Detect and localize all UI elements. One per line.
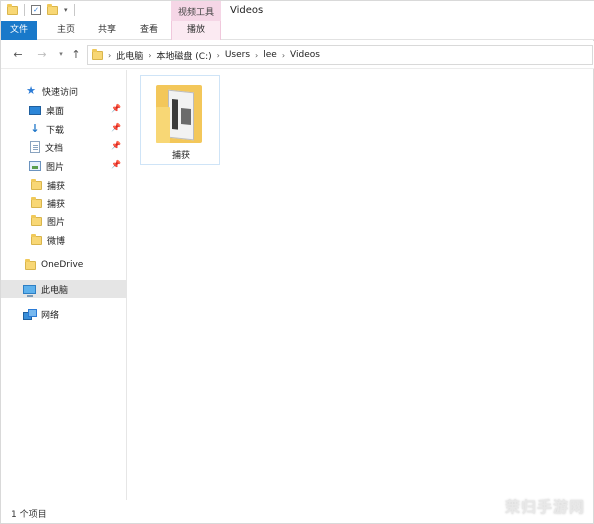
sidebar-item-label: 捕获 bbox=[47, 199, 66, 210]
sidebar-item-capture-2[interactable]: 捕获 bbox=[1, 194, 127, 212]
folder-icon bbox=[156, 85, 206, 145]
sidebar-item-pictures[interactable]: 图片 📌 bbox=[1, 157, 127, 175]
chevron-right-icon[interactable]: › bbox=[148, 51, 151, 60]
breadcrumb-local-disk[interactable]: 本地磁盘 (C:) bbox=[156, 49, 211, 62]
breadcrumb-users[interactable]: Users bbox=[225, 50, 250, 60]
folder-icon bbox=[92, 48, 103, 60]
folder-icon bbox=[31, 196, 42, 208]
file-item-label: 捕获 bbox=[171, 151, 190, 161]
sidebar-item-pictures-folder[interactable]: 图片 bbox=[1, 212, 127, 230]
folder-icon bbox=[31, 233, 42, 245]
tab-share[interactable]: 共享 bbox=[89, 21, 125, 40]
window-title: Videos bbox=[230, 5, 264, 16]
toolbar-divider bbox=[24, 4, 25, 16]
document-icon bbox=[30, 141, 40, 153]
customize-toolbar-icon[interactable]: ▾ bbox=[64, 6, 68, 14]
sidebar-item-network[interactable]: 网络 bbox=[1, 305, 127, 323]
explorer-window: ✓ ▾ 视频工具 Videos 文件 主页 共享 查看 播放 ← → ▾ ↑ ›… bbox=[0, 0, 594, 524]
new-folder-icon[interactable] bbox=[47, 3, 58, 15]
sidebar-item-label: 捕获 bbox=[47, 181, 66, 192]
onedrive-folder-icon bbox=[25, 258, 36, 270]
title-bar: ✓ ▾ 视频工具 Videos bbox=[1, 1, 594, 21]
sidebar-item-downloads[interactable]: ↓ 下载 📌 bbox=[1, 120, 127, 138]
desktop-icon bbox=[29, 105, 41, 115]
sidebar-item-label: 此电脑 bbox=[41, 285, 69, 296]
properties-icon[interactable]: ✓ bbox=[31, 5, 41, 15]
sidebar-item-label: 网络 bbox=[41, 310, 60, 321]
sidebar-item-label: OneDrive bbox=[41, 260, 84, 270]
chevron-right-icon[interactable]: › bbox=[217, 51, 220, 60]
tab-view[interactable]: 查看 bbox=[131, 21, 167, 40]
download-icon: ↓ bbox=[30, 122, 40, 135]
sidebar-item-weibo[interactable]: 微博 bbox=[1, 231, 127, 249]
recent-locations-chevron-icon[interactable]: ▾ bbox=[54, 47, 68, 61]
sidebar-item-label: 桌面 bbox=[46, 106, 65, 117]
folder-icon bbox=[31, 178, 42, 190]
folder-icon bbox=[7, 3, 18, 15]
toolbar-divider bbox=[73, 4, 75, 16]
network-icon bbox=[23, 308, 37, 320]
sidebar-item-label: 图片 bbox=[47, 217, 66, 228]
breadcrumb-this-pc[interactable]: 此电脑 bbox=[116, 49, 143, 62]
pin-icon: 📌 bbox=[111, 160, 121, 169]
pin-icon: 📌 bbox=[111, 104, 121, 113]
star-icon: ★ bbox=[26, 84, 36, 97]
sidebar-item-label: 快速访问 bbox=[42, 87, 79, 98]
forward-arrow-icon[interactable]: → bbox=[35, 47, 49, 61]
tab-home[interactable]: 主页 bbox=[49, 21, 83, 40]
pin-icon: 📌 bbox=[111, 141, 121, 150]
item-count: 1 个项目 bbox=[11, 509, 47, 520]
quick-access-toolbar: ✓ ▾ bbox=[7, 3, 75, 16]
navigation-pane: ★ 快速访问 桌面 📌 ↓ 下载 📌 文档 📌 图片 📌 捕获 捕获 图片 微博… bbox=[1, 70, 127, 500]
sidebar-item-quick-access[interactable]: ★ 快速访问 bbox=[1, 82, 127, 100]
sidebar-item-label: 微博 bbox=[47, 236, 66, 247]
chevron-right-icon[interactable]: › bbox=[282, 51, 285, 60]
ribbon-tabs: 文件 主页 共享 查看 播放 bbox=[1, 21, 594, 40]
tab-play[interactable]: 播放 bbox=[171, 21, 221, 40]
watermark: 茉归手游网 bbox=[504, 498, 585, 516]
tab-file[interactable]: 文件 bbox=[1, 21, 37, 40]
sidebar-item-desktop[interactable]: 桌面 📌 bbox=[1, 101, 127, 119]
computer-icon bbox=[23, 284, 36, 297]
breadcrumb-lee[interactable]: lee bbox=[263, 50, 277, 60]
sidebar-item-label: 下载 bbox=[46, 125, 65, 136]
sidebar-item-label: 图片 bbox=[46, 162, 65, 173]
up-arrow-icon[interactable]: ↑ bbox=[69, 47, 83, 61]
sidebar-item-this-pc[interactable]: 此电脑 bbox=[1, 280, 127, 298]
file-list-pane[interactable]: 捕获 bbox=[128, 70, 594, 500]
back-arrow-icon[interactable]: ← bbox=[11, 47, 25, 61]
sidebar-item-onedrive[interactable]: OneDrive bbox=[1, 256, 127, 274]
sidebar-item-documents[interactable]: 文档 📌 bbox=[1, 138, 127, 156]
navigation-row: ← → ▾ ↑ › 此电脑 › 本地磁盘 (C:) › Users › lee … bbox=[1, 41, 594, 69]
address-bar[interactable]: › 此电脑 › 本地磁盘 (C:) › Users › lee › Videos bbox=[87, 45, 593, 65]
chevron-right-icon[interactable]: › bbox=[255, 51, 258, 60]
context-tab-group-label: 视频工具 bbox=[171, 1, 221, 21]
sidebar-item-capture-1[interactable]: 捕获 bbox=[1, 176, 127, 194]
chevron-right-icon[interactable]: › bbox=[108, 51, 111, 60]
breadcrumb-videos[interactable]: Videos bbox=[290, 50, 320, 60]
folder-icon bbox=[31, 214, 42, 226]
pin-icon: 📌 bbox=[111, 123, 121, 132]
pictures-icon bbox=[29, 161, 41, 171]
sidebar-item-label: 文档 bbox=[45, 143, 64, 154]
file-item[interactable]: 捕获 bbox=[140, 75, 220, 165]
